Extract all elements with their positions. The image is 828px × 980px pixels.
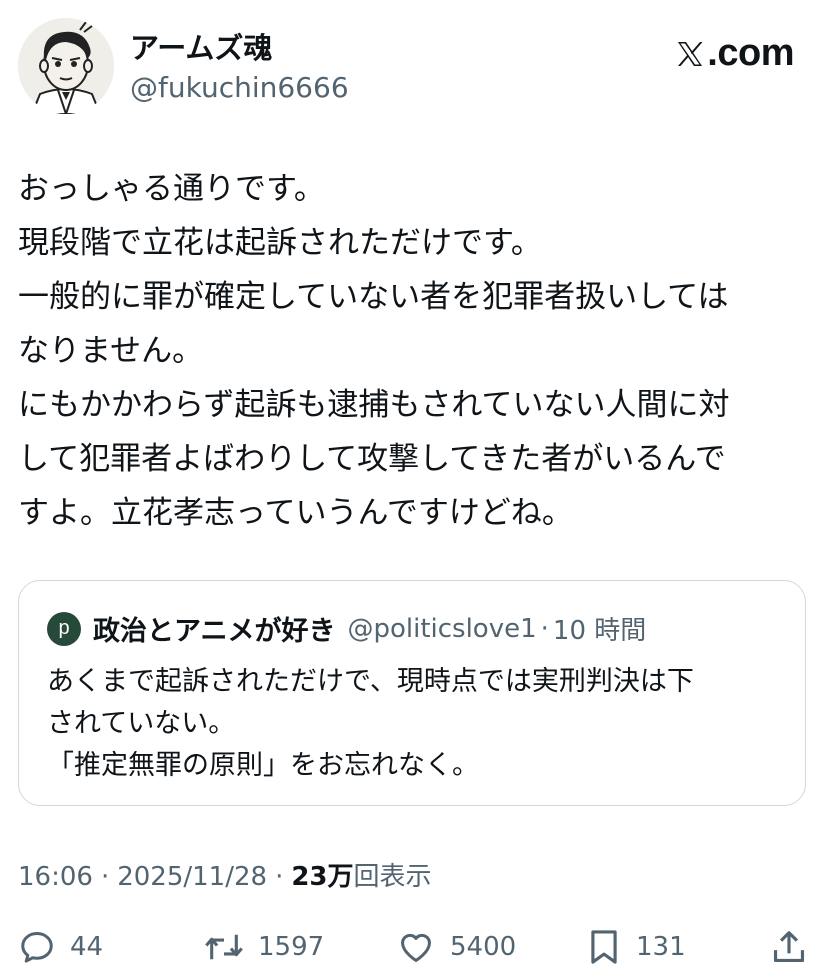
cartoon-man-avatar-icon [18,18,114,114]
quote-handle[interactable]: @politicslove1 [347,614,536,644]
quote-header: p 政治とアニメが好き @politicslove1 · 10 時間 [47,609,646,648]
quote-avatar[interactable]: p [47,611,81,646]
views-label: 回表示 [353,862,432,892]
quote-time[interactable]: 10 時間 [553,610,646,647]
share-icon [773,931,805,963]
tweet-meta: 16:06 · 2025/11/28 · 23万 回表示 [18,856,432,893]
avatar[interactable] [18,18,114,114]
quote-separator: · [540,613,549,644]
reply-icon [21,932,53,963]
reply-button[interactable]: 44 [18,922,103,972]
reply-count: 44 [70,932,104,962]
author-display-name[interactable]: アームズ魂 [130,30,349,66]
author-handle[interactable]: @fukuchin6666 [130,70,349,106]
share-button[interactable] [770,922,808,972]
repost-button[interactable]: 1597 [204,922,324,972]
tweet-header: アームズ魂 @fukuchin6666 .com [18,18,810,118]
quoted-tweet[interactable]: p 政治とアニメが好き @politicslove1 · 10 時間 あくまで起… [18,580,806,806]
tweet-time[interactable]: 16:06 [18,862,93,892]
repost-count: 1597 [258,932,325,962]
like-count: 5400 [450,932,517,962]
x-logo-icon [678,41,703,66]
action-bar: 44 1597 5400 131 [18,922,810,972]
brand-logo[interactable]: .com [675,32,794,75]
quote-text: あくまで起訴されただけで、現時点では実刑判決は下 されていない。 「推定無罪の原… [47,666,694,781]
repost-icon [205,934,243,960]
meta-separator: · [275,862,284,892]
quote-display-name[interactable]: 政治とアニメが好き [93,609,335,648]
author-info: アームズ魂 @fukuchin6666 [130,30,349,106]
tweet-date[interactable]: 2025/11/28 [117,862,267,892]
heart-icon [401,933,431,962]
meta-separator: · [100,862,110,892]
views-count: 23万 [291,862,354,892]
bookmark-icon [591,930,617,964]
bookmark-button[interactable]: 131 [586,922,686,972]
tweet-text: おっしゃる通りです。 現段階で立花は起訴されただけです。 一般的に罪が確定してい… [18,171,730,531]
like-button[interactable]: 5400 [396,922,516,972]
bookmark-count: 131 [636,932,686,962]
brand-text: .com [707,32,794,74]
